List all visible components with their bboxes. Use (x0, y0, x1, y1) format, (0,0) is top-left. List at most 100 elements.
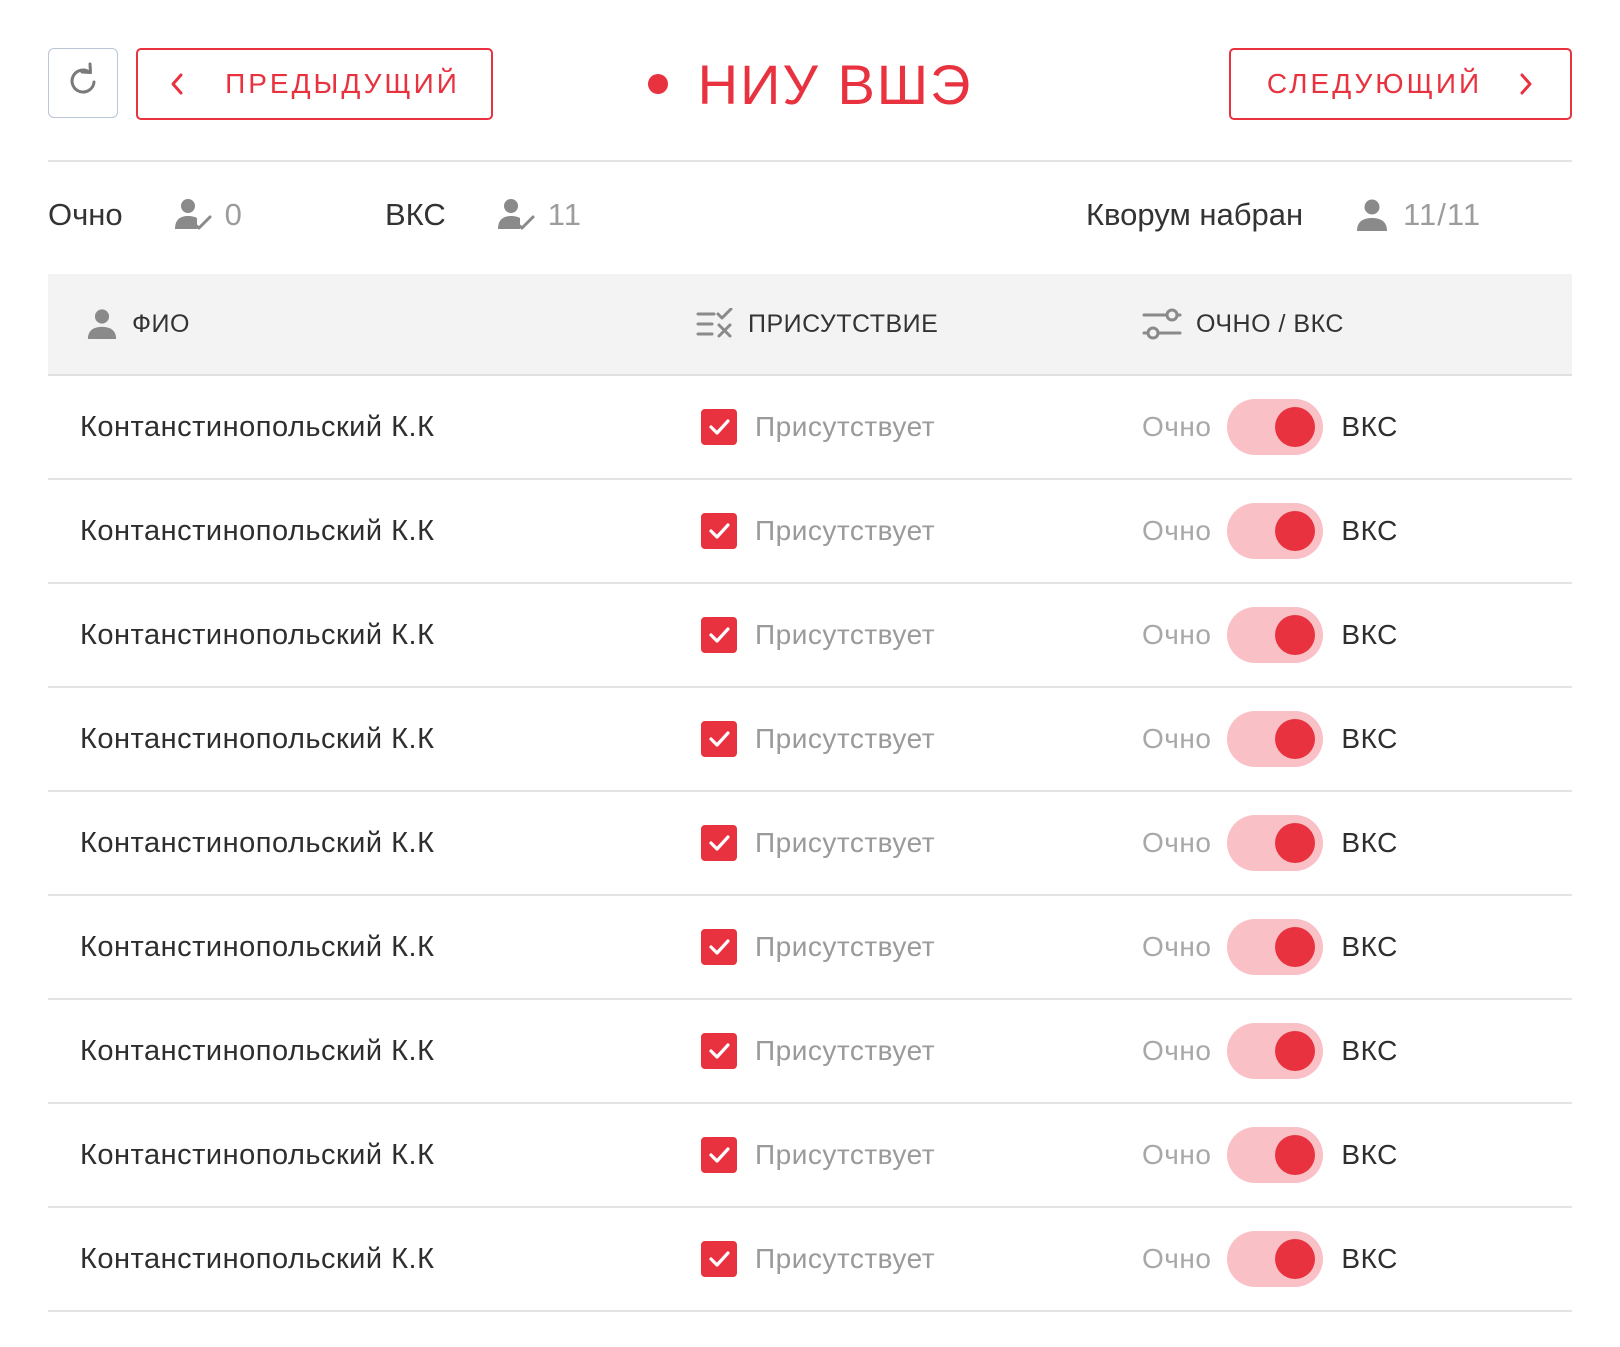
mode-toggle[interactable] (1227, 607, 1324, 663)
toggle-knob (1275, 1135, 1316, 1175)
table-row: Контанстинопольский К.К Присутствует Очн… (48, 584, 1572, 688)
mode-option-video[interactable]: ВКС (1341, 827, 1397, 859)
presence-checkbox[interactable] (701, 409, 737, 445)
stat-video: ВКС 11 (385, 190, 582, 240)
mode-toggle[interactable] (1227, 1127, 1324, 1183)
presence-label: Присутствует (755, 931, 936, 962)
checkmark-icon (709, 419, 730, 435)
mode-option-video[interactable]: ВКС (1341, 515, 1397, 547)
user-check-icon (173, 197, 213, 233)
attendance-panel: ПРЕДЫДУЩИЙ НИУ ВШЭ СЛЕДУЮЩИЙ Очно 0 ВКС … (48, 48, 1572, 1312)
presence-checkbox[interactable] (701, 1137, 737, 1173)
column-header-mode[interactable]: ОЧНО / ВКС (1142, 274, 1344, 374)
mode-option-in-person[interactable]: Очно (1142, 931, 1211, 963)
participant-name: Контанстинопольский К.К (80, 376, 434, 478)
toggle-knob (1275, 927, 1316, 967)
mode-toggle[interactable] (1227, 815, 1324, 871)
mode-option-in-person[interactable]: Очно (1142, 515, 1211, 547)
organization-name: НИУ ВШЭ (697, 52, 973, 116)
mode-option-video[interactable]: ВКС (1341, 411, 1397, 443)
mode-option-in-person[interactable]: Очно (1142, 1139, 1211, 1171)
table-body: Контанстинопольский К.К Присутствует Очн… (48, 376, 1572, 1312)
presence-checkbox[interactable] (701, 825, 737, 861)
status-dot (647, 74, 668, 94)
mode-option-video[interactable]: ВКС (1341, 1139, 1397, 1171)
mode-toggle[interactable] (1227, 1023, 1324, 1079)
participant-name-text: Контанстинопольский К.К (80, 618, 435, 651)
toggle-knob (1275, 719, 1316, 759)
mode-option-video[interactable]: ВКС (1341, 931, 1397, 963)
checkmark-icon (709, 1251, 730, 1267)
participant-name-text: Контанстинопольский К.К (80, 1242, 435, 1275)
mode-option-video[interactable]: ВКС (1341, 723, 1397, 755)
sliders-icon (1142, 306, 1182, 342)
user-icon (86, 308, 118, 340)
checkmark-icon (709, 1147, 730, 1163)
mode-option-in-person[interactable]: Очно (1142, 827, 1211, 859)
table-row: Контанстинопольский К.К Присутствует Очн… (48, 792, 1572, 896)
toggle-knob (1275, 1031, 1316, 1071)
mode-option-in-person[interactable]: Очно (1142, 1035, 1211, 1067)
mode-option-in-person[interactable]: Очно (1142, 411, 1211, 443)
mode-option-in-person[interactable]: Очно (1142, 723, 1211, 755)
mode-option-in-person[interactable]: Очно (1142, 619, 1211, 651)
next-button[interactable]: СЛЕДУЮЩИЙ (1229, 48, 1572, 120)
mode-toggle[interactable] (1227, 399, 1324, 455)
presence-cell: Присутствует (701, 896, 935, 998)
mode-toggle[interactable] (1227, 711, 1324, 767)
checklist-icon (696, 308, 734, 340)
mode-cell: Очно ВКС (1142, 1000, 1398, 1102)
mode-option-video[interactable]: ВКС (1341, 1035, 1397, 1067)
participant-name: Контанстинопольский К.К (80, 1000, 434, 1102)
presence-checkbox[interactable] (701, 1033, 737, 1069)
participant-name: Контанстинопольский К.К (80, 1208, 434, 1310)
presence-cell: Присутствует (701, 1208, 935, 1310)
presence-label: Присутствует (755, 1243, 936, 1274)
mode-option-video[interactable]: ВКС (1341, 619, 1397, 651)
refresh-icon (63, 61, 103, 106)
top-bar: ПРЕДЫДУЩИЙ НИУ ВШЭ СЛЕДУЮЩИЙ (48, 48, 1572, 120)
previous-button[interactable]: ПРЕДЫДУЩИЙ (136, 48, 493, 120)
mode-cell: Очно ВКС (1142, 376, 1398, 478)
presence-label: Присутствует (755, 827, 936, 858)
presence-checkbox[interactable] (701, 617, 737, 653)
toggle-knob (1275, 1239, 1316, 1279)
mode-toggle[interactable] (1227, 1231, 1324, 1287)
checkmark-icon (709, 731, 730, 747)
mode-cell: Очно ВКС (1142, 896, 1398, 998)
participant-name: Контанстинопольский К.К (80, 792, 434, 894)
mode-option-in-person[interactable]: Очно (1142, 1243, 1211, 1275)
toggle-knob (1275, 615, 1316, 655)
mode-toggle[interactable] (1227, 503, 1324, 559)
presence-checkbox[interactable] (701, 1241, 737, 1277)
mode-cell: Очно ВКС (1142, 480, 1398, 582)
presence-cell: Присутствует (701, 1104, 935, 1206)
participant-name-text: Контанстинопольский К.К (80, 722, 435, 755)
presence-checkbox[interactable] (701, 721, 737, 757)
mode-cell: Очно ВКС (1142, 1104, 1398, 1206)
user-check-icon (496, 197, 536, 233)
participant-name-text: Контанстинопольский К.К (80, 930, 435, 963)
participant-name-text: Контанстинопольский К.К (80, 410, 435, 443)
mode-toggle[interactable] (1227, 919, 1324, 975)
participant-name: Контанстинопольский К.К (80, 896, 434, 998)
mode-option-video[interactable]: ВКС (1341, 1243, 1397, 1275)
refresh-button[interactable] (48, 48, 118, 118)
column-header-fio[interactable]: ФИО (86, 274, 190, 374)
presence-checkbox[interactable] (701, 513, 737, 549)
previous-button-label: ПРЕДЫДУЩИЙ (225, 68, 460, 99)
participant-name: Контанстинопольский К.К (80, 1104, 434, 1206)
participant-name-text: Контанстинопольский К.К (80, 826, 435, 859)
presence-checkbox[interactable] (701, 929, 737, 965)
participant-name-text: Контанстинопольский К.К (80, 514, 435, 547)
column-header-fio-label: ФИО (132, 309, 190, 338)
table-row: Контанстинопольский К.К Присутствует Очн… (48, 1104, 1572, 1208)
presence-label: Присутствует (755, 1139, 936, 1170)
stat-quorum: Кворум набран 11/11 (1086, 190, 1481, 240)
mode-cell: Очно ВКС (1142, 792, 1398, 894)
presence-label: Присутствует (755, 619, 936, 650)
table-row: Контанстинопольский К.К Присутствует Очн… (48, 1000, 1572, 1104)
presence-label: Присутствует (755, 1035, 936, 1066)
column-header-presence[interactable]: ПРИСУТСТВИЕ (696, 274, 938, 374)
stat-quorum-count: 11/11 (1403, 197, 1482, 232)
